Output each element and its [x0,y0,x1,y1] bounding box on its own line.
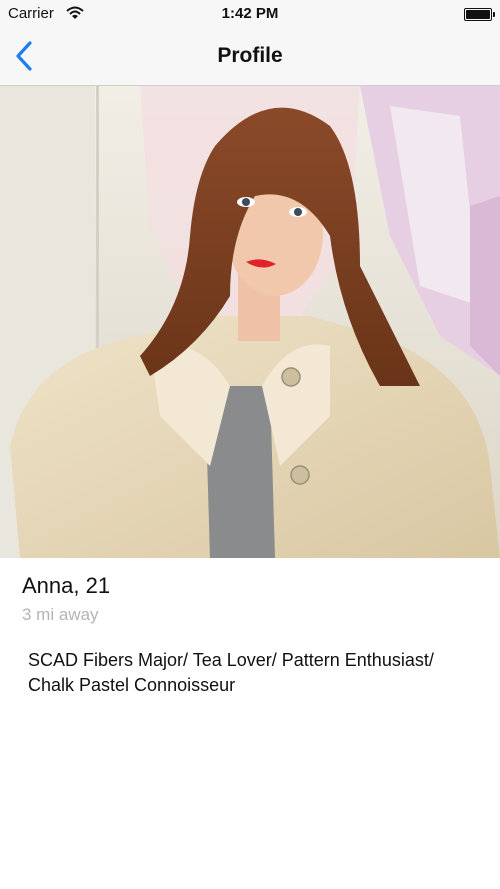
battery-icon [464,8,495,21]
page-title: Profile [217,44,283,67]
status-time: 1:42 PM [221,5,279,22]
profile-bio: SCAD Fibers Major/ Tea Lover/ Pattern En… [28,650,434,695]
profile-photo [0,86,500,558]
profile-name-age: Anna, 21 [22,573,111,598]
profile-distance: 3 mi away [22,605,99,624]
navigation-bar: Profile [0,28,500,86]
status-bar: Carrier 1:42 PM [0,0,500,28]
